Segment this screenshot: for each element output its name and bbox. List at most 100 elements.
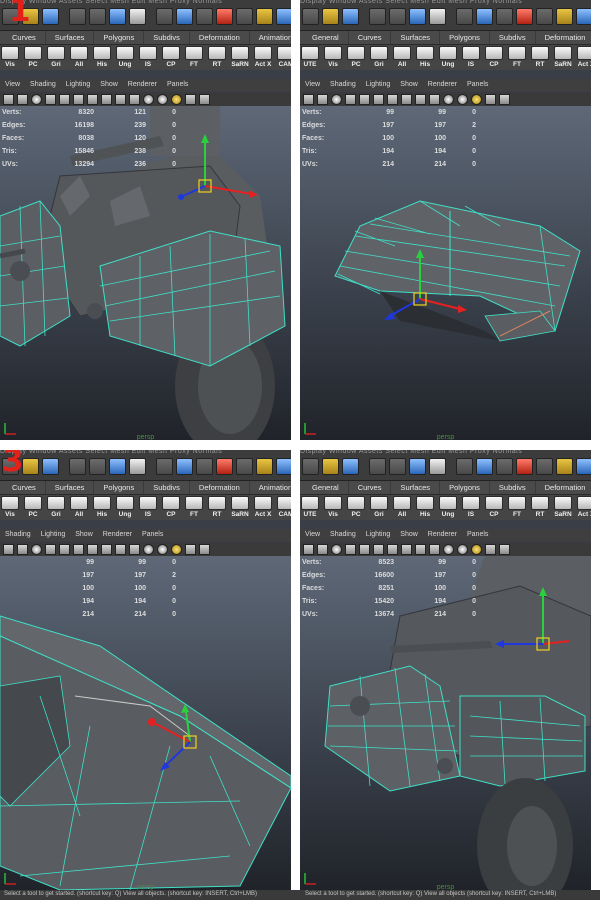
shelf-button[interactable]: RT	[530, 45, 550, 70]
shelf-button[interactable]: Act X	[576, 45, 591, 70]
toolbar-icon[interactable]	[576, 8, 591, 25]
toolbar-icon[interactable]	[302, 458, 319, 475]
main-menu[interactable]: Display Window Assets Select Mesh Edit M…	[300, 0, 591, 6]
viewport-tool-icon[interactable]	[115, 93, 126, 105]
shelf-button[interactable]: UTE	[300, 45, 320, 70]
viewport-tool-icon[interactable]	[45, 543, 56, 555]
viewport-menu-item[interactable]: Renderer	[98, 529, 137, 541]
shelf-tab[interactable]: Curves	[349, 481, 392, 494]
viewport-tool-icon[interactable]	[45, 93, 56, 105]
viewport-menu-item[interactable]: Shading	[325, 79, 361, 91]
shelf-button[interactable]: RT	[207, 45, 227, 70]
viewport-menu-item[interactable]: Lighting	[361, 79, 396, 91]
toolbar-icon[interactable]	[536, 8, 553, 25]
viewport-tool-icon[interactable]	[17, 93, 28, 105]
toolbar-icon[interactable]	[342, 458, 359, 475]
shelf-button[interactable]: Act X	[253, 45, 273, 70]
shelf-tab[interactable]: Polygons	[440, 481, 490, 494]
toolbar-icon[interactable]	[429, 458, 446, 475]
toolbar-icon[interactable]	[476, 458, 493, 475]
shelf-button[interactable]: His	[92, 45, 112, 70]
toolbar-icon[interactable]	[342, 8, 359, 25]
viewport-tool-icon[interactable]	[185, 543, 196, 555]
viewport-menu-item[interactable]: Lighting	[61, 79, 96, 91]
shelf-button[interactable]: CAM	[276, 495, 291, 520]
viewport-tool-icon[interactable]	[101, 543, 112, 555]
toolbar-icon[interactable]	[389, 8, 406, 25]
viewport-menu-item[interactable]: Show	[395, 79, 423, 91]
viewport-tool-icon[interactable]	[303, 93, 314, 105]
viewport-tool-icon[interactable]	[171, 93, 182, 105]
toolbar-icon[interactable]	[322, 8, 339, 25]
shelf-tab[interactable]: Subdivs	[144, 31, 190, 44]
shelf-tab[interactable]: Subdivs	[490, 31, 536, 44]
shelf-tab[interactable]: Surfaces	[391, 31, 441, 44]
toolbar-icon[interactable]	[109, 458, 126, 475]
shelf-button[interactable]: Ung	[115, 495, 135, 520]
shelf-tab[interactable]: Surfaces	[46, 481, 95, 494]
toolbar-icon[interactable]	[236, 458, 253, 475]
viewport-tool-icon[interactable]	[73, 543, 84, 555]
viewport-tool-icon[interactable]	[401, 93, 412, 105]
toolbar-icon[interactable]	[496, 458, 513, 475]
viewport-tool-icon[interactable]	[415, 543, 426, 555]
toolbar-icon[interactable]	[129, 8, 146, 25]
toolbar-icon[interactable]	[22, 458, 39, 475]
shelf-tab[interactable]: Deformation	[536, 31, 591, 44]
shelf-button[interactable]: Ung	[115, 45, 135, 70]
viewport-tool-icon[interactable]	[115, 543, 126, 555]
toolbar-icon[interactable]	[176, 8, 193, 25]
shelf-button[interactable]: SaRN	[230, 495, 250, 520]
shelf-button[interactable]: PC	[23, 495, 43, 520]
shelf-tab[interactable]: Surfaces	[391, 481, 441, 494]
toolbar-icon[interactable]	[196, 458, 213, 475]
toolbar-icon[interactable]	[409, 458, 426, 475]
shelf-button[interactable]: His	[415, 495, 435, 520]
shelf-button[interactable]: CP	[161, 45, 181, 70]
viewport-tool-icon[interactable]	[59, 93, 70, 105]
shelf-button[interactable]: All	[69, 495, 89, 520]
shelf-button[interactable]: CP	[484, 45, 504, 70]
shelf-tab[interactable]: Subdivs	[490, 481, 536, 494]
toolbar-icon[interactable]	[42, 458, 59, 475]
toolbar-icon[interactable]	[89, 8, 106, 25]
shelf-button[interactable]: SaRN	[230, 45, 250, 70]
toolbar-icon[interactable]	[129, 458, 146, 475]
shelf-button[interactable]: IS	[138, 45, 158, 70]
shelf-tab[interactable]: Curves	[0, 481, 46, 494]
viewport-menu-item[interactable]: Panels	[162, 79, 193, 91]
viewport-tool-icon[interactable]	[317, 543, 328, 555]
viewport-tool-icon[interactable]	[429, 93, 440, 105]
shelf-button[interactable]: IS	[461, 495, 481, 520]
shelf-tab[interactable]: General	[300, 31, 349, 44]
viewport-menu-item[interactable]: Lighting	[36, 529, 71, 541]
toolbar-icon[interactable]	[196, 8, 213, 25]
viewport-tool-icon[interactable]	[457, 93, 468, 105]
shelf-button[interactable]: Act X	[253, 495, 273, 520]
viewport-tool-icon[interactable]	[373, 543, 384, 555]
viewport-tool-icon[interactable]	[17, 543, 28, 555]
toolbar-icon[interactable]	[156, 458, 173, 475]
shelf-button[interactable]: IS	[461, 45, 481, 70]
viewport-menu-item[interactable]: View	[0, 79, 25, 91]
viewport-tool-icon[interactable]	[143, 93, 154, 105]
viewport-tool-icon[interactable]	[87, 93, 98, 105]
shelf-button[interactable]: All	[69, 45, 89, 70]
shelf-button[interactable]: UTE	[300, 495, 320, 520]
shelf-button[interactable]: PC	[346, 495, 366, 520]
viewport-tool-icon[interactable]	[457, 543, 468, 555]
viewport-tool-icon[interactable]	[345, 93, 356, 105]
shelf-button[interactable]: Ung	[438, 45, 458, 70]
viewport-tool-icon[interactable]	[31, 93, 42, 105]
shelf-tab[interactable]: Polygons	[94, 31, 145, 44]
viewport-menu-item[interactable]: Renderer	[423, 79, 462, 91]
shelf-button[interactable]: His	[415, 45, 435, 70]
shelf-button[interactable]: FT	[507, 495, 527, 520]
viewport-tool-icon[interactable]	[443, 543, 454, 555]
viewport-tool-icon[interactable]	[345, 543, 356, 555]
shelf-tab[interactable]: Deformation	[536, 481, 591, 494]
shelf-button[interactable]: All	[392, 45, 412, 70]
toolbar-icon[interactable]	[302, 8, 319, 25]
shelf-button[interactable]: Gri	[46, 495, 66, 520]
toolbar-icon[interactable]	[456, 8, 473, 25]
